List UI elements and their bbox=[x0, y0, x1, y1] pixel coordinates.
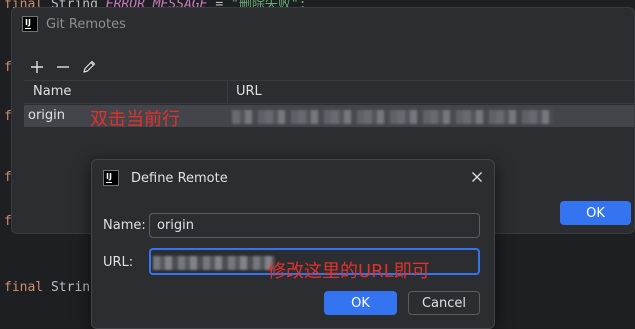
edit-remote-button[interactable] bbox=[78, 57, 100, 77]
remotes-toolbar bbox=[26, 57, 100, 77]
plus-icon bbox=[31, 61, 43, 73]
add-remote-button[interactable] bbox=[26, 57, 48, 77]
url-annotation: 修改这里的URL即可 bbox=[268, 261, 430, 282]
column-header-url[interactable]: URL bbox=[228, 81, 262, 103]
row-annotation: 双击当前行 bbox=[90, 109, 180, 130]
table-header: Name URL bbox=[24, 81, 634, 104]
remotes-ok-button[interactable]: OK bbox=[560, 201, 631, 225]
minus-icon bbox=[57, 66, 69, 68]
remotes-title: Git Remotes bbox=[46, 16, 126, 32]
pencil-icon bbox=[83, 60, 96, 73]
define-remote-title-bar: IJ Define Remote bbox=[103, 170, 228, 186]
define-remote-dialog: IJ Define Remote Name: origin URL: 修改这里的… bbox=[91, 159, 495, 329]
intellij-logo-icon: IJ bbox=[103, 170, 119, 186]
ok-button[interactable]: OK bbox=[324, 291, 397, 315]
column-header-name[interactable]: Name bbox=[24, 81, 228, 103]
url-label: URL: bbox=[103, 255, 134, 270]
code-line-bottom: final Strin bbox=[4, 280, 90, 295]
name-field[interactable]: origin bbox=[149, 213, 480, 238]
type-string: Strin bbox=[50, 280, 91, 295]
remote-url-cell[interactable] bbox=[228, 105, 634, 127]
cancel-button[interactable]: Cancel bbox=[408, 291, 480, 315]
close-icon[interactable] bbox=[469, 169, 485, 185]
remotes-title-bar: IJ Git Remotes bbox=[22, 16, 126, 32]
name-label: Name: bbox=[103, 218, 146, 233]
intellij-logo-icon: IJ bbox=[22, 16, 38, 32]
redacted-url bbox=[232, 110, 554, 124]
name-field-value: origin bbox=[157, 218, 195, 233]
redacted-url bbox=[153, 256, 275, 270]
keyword-final: final bbox=[4, 280, 44, 295]
define-remote-title: Define Remote bbox=[131, 170, 228, 186]
remove-remote-button[interactable] bbox=[52, 57, 74, 77]
